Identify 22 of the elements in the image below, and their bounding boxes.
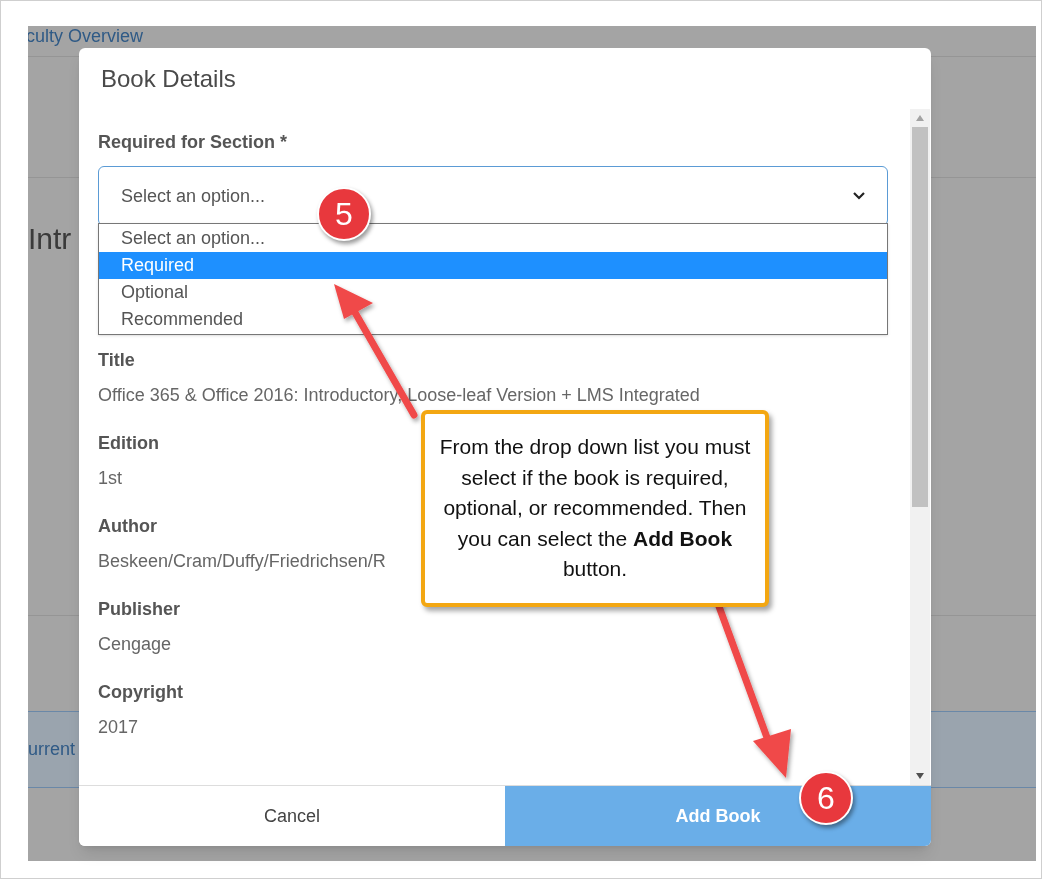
- field-value: Beskeen/Cram/Duffy/Friedrichsen/R: [98, 550, 386, 572]
- scroll-down-icon[interactable]: [916, 773, 924, 779]
- field-value: Cengage: [98, 633, 172, 655]
- field-value: Office 365 & Office 2016: Introductory, Loose-leaf Version + LMS Integrated: [98, 384, 700, 406]
- scrollbar-thumb[interactable]: [912, 127, 928, 507]
- field-value: 2017: [98, 716, 139, 738]
- dropdown-option[interactable]: Recommended: [99, 306, 887, 333]
- field-label: Copyright: [98, 681, 183, 703]
- field-value: 1st: [98, 467, 122, 489]
- cancel-button[interactable]: Cancel: [79, 786, 505, 846]
- page-heading: Intr: [28, 224, 72, 254]
- field-label: Edition: [98, 432, 159, 454]
- field-label: Publisher: [98, 598, 181, 620]
- scrollbar[interactable]: [910, 109, 930, 785]
- field-label: Required for Section *: [98, 131, 288, 154]
- field-label: Title: [98, 349, 135, 371]
- dropdown-option[interactable]: Optional: [99, 279, 887, 306]
- chevron-down-icon: [853, 192, 865, 200]
- callout: From the drop down list you must select if the book is required, optional, or recommended. Then you can select the Add Book button.: [421, 410, 769, 607]
- field-label: Author: [98, 515, 157, 537]
- dialog-title: Book Details: [101, 63, 236, 94]
- scroll-up-icon[interactable]: [916, 115, 924, 121]
